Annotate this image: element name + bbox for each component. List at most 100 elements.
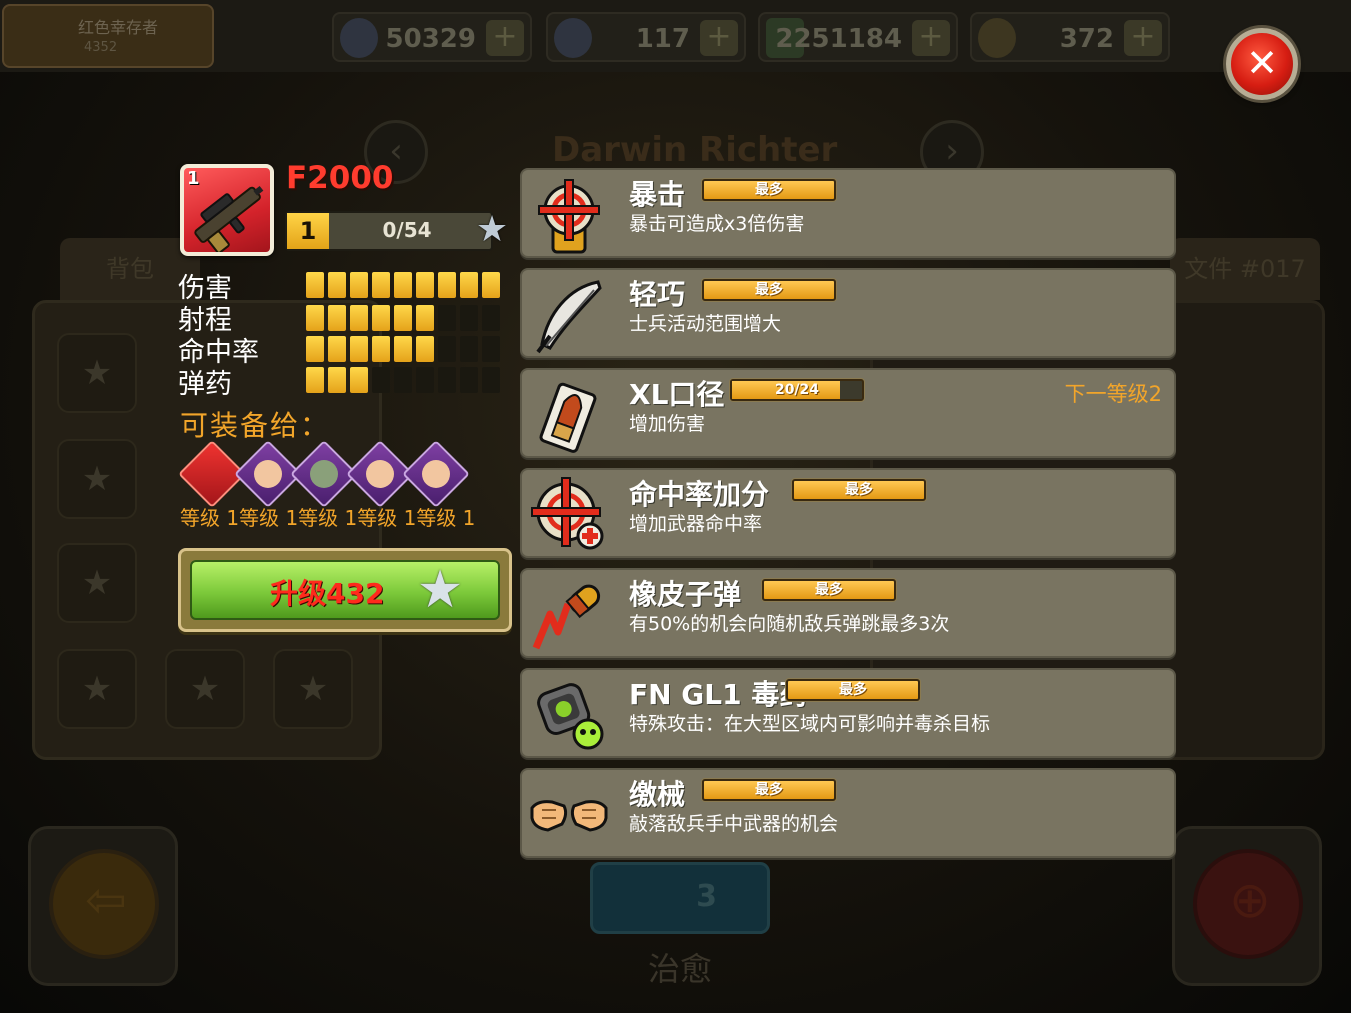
add-books-button[interactable]: + xyxy=(486,20,524,56)
avatar-face xyxy=(366,460,394,488)
weapon-card: 1 xyxy=(180,164,274,256)
backpack-slot[interactable]: ★ xyxy=(57,543,137,623)
resource-books: 50329 + xyxy=(332,12,532,62)
stat-bar-ammo xyxy=(306,367,500,393)
tab-file[interactable]: 文件 #017 xyxy=(1170,238,1320,300)
feather-icon xyxy=(536,280,602,354)
avatar-face xyxy=(422,460,450,488)
stat-pip-empty xyxy=(460,367,478,393)
stat-pip-filled xyxy=(394,305,412,331)
stat-pip-empty xyxy=(482,336,500,362)
stat-pip-filled xyxy=(372,305,390,331)
avatar-face xyxy=(254,460,282,488)
perk-card-lightweight[interactable]: 轻巧 最多 士兵活动范围增大 xyxy=(520,268,1176,358)
book-icon xyxy=(340,18,378,58)
stat-pip-filled xyxy=(416,305,434,331)
perk-card-poison[interactable]: FN GL1 毒药 最多 特殊攻击：在大型区域内可影响并毒杀目标 xyxy=(520,668,1176,758)
stat-pip-empty xyxy=(438,305,456,331)
perk-level-bar: 最多 xyxy=(702,279,836,301)
stat-pip-filled xyxy=(394,336,412,362)
backpack-slot[interactable]: ★ xyxy=(165,649,245,729)
stat-pip-empty xyxy=(372,367,390,393)
perk-level-text: 最多 xyxy=(755,182,783,198)
stat-pip-filled xyxy=(460,272,478,298)
resource-stars: 117 + xyxy=(546,12,746,62)
perk-level-text: 20/24 xyxy=(774,382,820,398)
bullet-icon xyxy=(539,382,597,453)
top-resource-bar: 红色幸存者 4352 50329 + 117 + 2251184 + 372 + xyxy=(0,0,1351,72)
resource-value: 50329 xyxy=(385,24,476,54)
poison-grenade-icon xyxy=(537,683,604,750)
stat-bar-range xyxy=(306,305,500,331)
stat-pip-filled xyxy=(306,272,324,298)
perk-name: 橡皮子弹 xyxy=(629,578,742,611)
stat-label-ammo: 弹药 xyxy=(178,369,232,400)
perk-level-text: 最多 xyxy=(845,482,873,498)
stat-pip-filled xyxy=(350,272,368,298)
back-button[interactable]: ⇦ xyxy=(28,826,178,986)
add-coins-button[interactable]: + xyxy=(1124,20,1162,56)
stat-pip-filled xyxy=(328,336,346,362)
perk-card-xl-caliber[interactable]: XL口径 20/24 下一等级2 增加伤害 xyxy=(520,368,1176,458)
perk-level-bar: 最多 xyxy=(702,779,836,801)
stat-pip-filled xyxy=(416,272,434,298)
stat-pip-empty xyxy=(460,336,478,362)
coin-icon xyxy=(978,18,1016,58)
accuracy-icon xyxy=(531,477,604,550)
stat-pip-filled xyxy=(372,272,390,298)
heal-button[interactable]: 3 xyxy=(590,862,770,934)
player-panel[interactable]: 红色幸存者 4352 xyxy=(2,4,214,68)
perk-card-disarm[interactable]: 缴械 最多 敲落敌兵手中武器的机会 xyxy=(520,768,1176,858)
stat-pip-filled xyxy=(306,305,324,331)
stat-pip-empty xyxy=(438,336,456,362)
perk-level-text: 最多 xyxy=(755,282,783,298)
upgrade-button[interactable]: 升级432 ★ xyxy=(178,548,512,632)
equippable-label: 可装备给： xyxy=(180,409,331,442)
stat-pip-filled xyxy=(482,272,500,298)
crosshair-icon: ⊕ xyxy=(1229,871,1271,929)
perk-description: 敲落敌兵手中武器的机会 xyxy=(629,813,839,835)
battle-button[interactable]: ⊕ xyxy=(1172,826,1322,986)
resource-value: 117 xyxy=(635,24,690,54)
heal-count: 3 xyxy=(696,879,717,914)
stat-pip-filled xyxy=(306,367,324,393)
add-stars-button[interactable]: + xyxy=(700,20,738,56)
stat-pip-empty xyxy=(394,367,412,393)
equippable-levels: 等级 1等级 1等级 1等级 1等级 1 xyxy=(180,506,476,530)
perk-card-critical[interactable]: 暴击 最多 暴击可造成x3倍伤害 xyxy=(520,168,1176,258)
perk-level-text: 最多 xyxy=(815,582,843,598)
stat-bar-damage xyxy=(306,272,500,298)
weapon-level: 1 xyxy=(287,213,329,249)
perk-card-accuracy-bonus[interactable]: 命中率加分 最多 增加武器命中率 xyxy=(520,468,1176,558)
stat-pip-filled xyxy=(438,272,456,298)
perk-name: XL口径 xyxy=(629,378,725,411)
stat-pip-filled xyxy=(372,336,390,362)
perk-description: 增加伤害 xyxy=(629,413,706,435)
disarm-fists-icon xyxy=(530,800,608,832)
stat-pip-filled xyxy=(394,272,412,298)
player-name: 红色幸存者 xyxy=(78,18,159,37)
perk-name: 轻巧 xyxy=(629,278,686,311)
weapon-card-level: 1 xyxy=(187,168,200,189)
stat-bar-accuracy xyxy=(306,336,500,362)
stat-pip-filled xyxy=(350,367,368,393)
stat-pip-empty xyxy=(460,305,478,331)
perk-card-rubber-bullets[interactable]: 橡皮子弹 最多 有50%的机会向随机敌兵弹跳最多3次 xyxy=(520,568,1176,658)
backpack-slot[interactable]: ★ xyxy=(57,649,137,729)
backpack-slot[interactable]: ★ xyxy=(57,439,137,519)
weapon-name: F2000 xyxy=(286,160,394,196)
soldier-officer-avatar[interactable] xyxy=(402,440,470,508)
close-button[interactable]: ✕ xyxy=(1226,28,1298,100)
backpack-slot[interactable]: ★ xyxy=(273,649,353,729)
stat-pip-empty xyxy=(416,367,434,393)
critical-hit-icon xyxy=(538,179,600,254)
star-icon: ★ xyxy=(416,560,464,620)
resource-coins: 372 + xyxy=(970,12,1170,62)
backpack-slot[interactable]: ★ xyxy=(57,333,137,413)
perk-description: 暴击可造成x3倍伤害 xyxy=(629,213,805,235)
add-cash-button[interactable]: + xyxy=(912,20,950,56)
game-screen: { "topbar": { "player_name": "红色幸存者", "p… xyxy=(0,0,1351,1013)
perk-level-text: 最多 xyxy=(755,782,783,798)
upgrade-label: 升级432 xyxy=(270,577,385,610)
perk-level-text: 最多 xyxy=(839,682,867,698)
